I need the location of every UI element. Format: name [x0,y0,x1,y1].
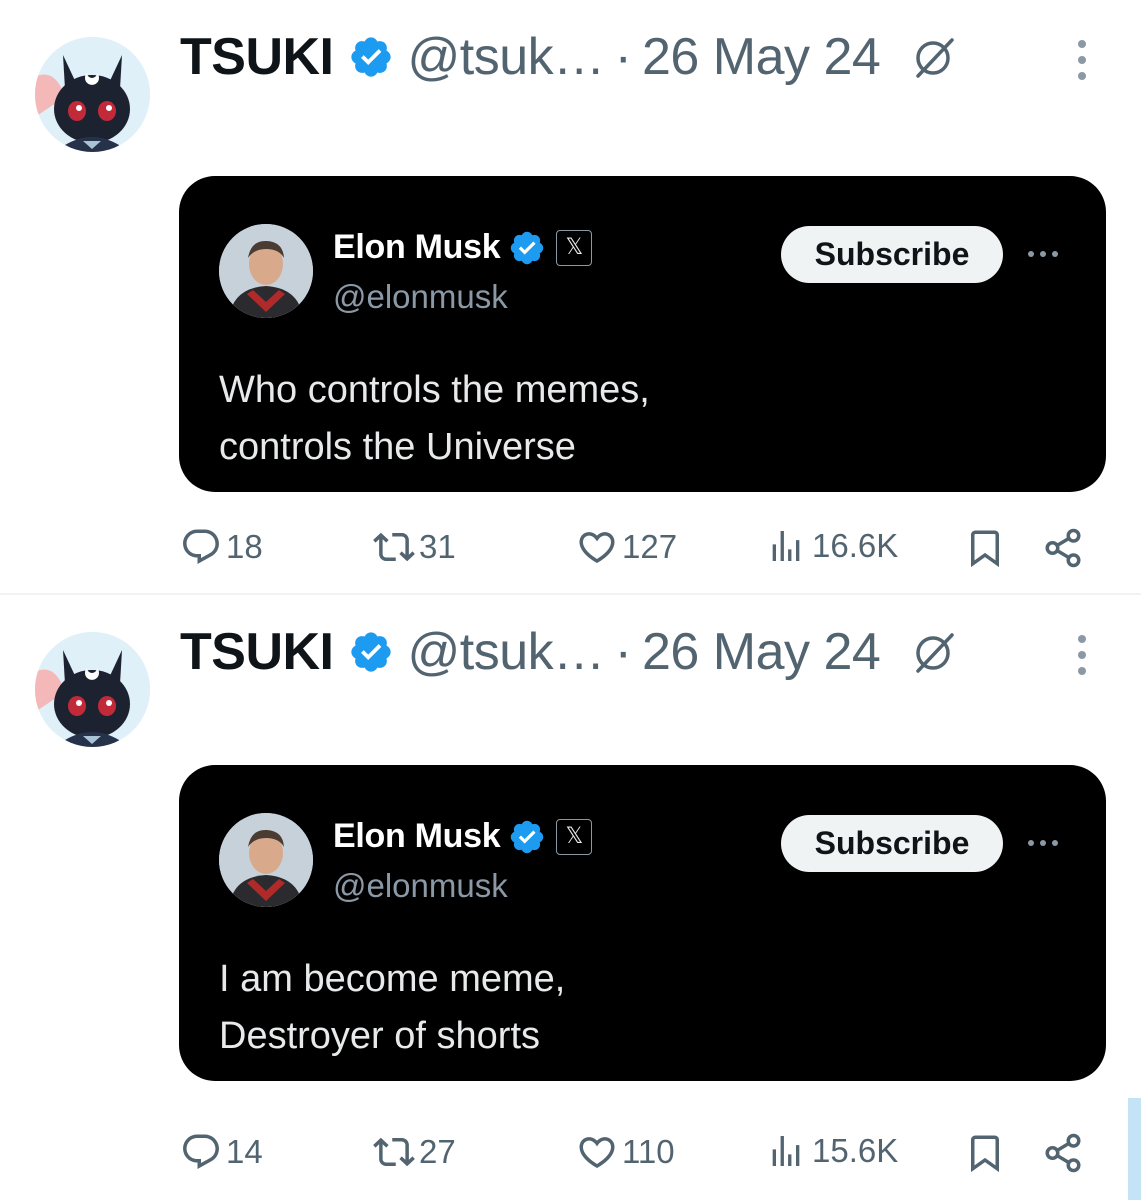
grok-icon[interactable] [908,32,958,82]
x-affiliation-badge-icon[interactable]: 𝕏 [556,818,593,855]
more-options-icon[interactable] [1025,248,1061,260]
quoted-text-line: Who controls the memes, [219,369,650,411]
verified-badge-icon[interactable] [348,629,394,675]
x-affiliation-badge-icon[interactable]: 𝕏 [556,229,593,266]
reply-icon [183,529,219,564]
repost-icon [373,1137,415,1167]
reply-button[interactable]: 18 [180,526,263,568]
share-button[interactable] [1042,526,1084,570]
like-button[interactable]: 110 [576,1131,675,1173]
grok-icon[interactable] [908,627,958,677]
share-icon [1045,1133,1081,1173]
repost-button[interactable]: 27 [373,1131,456,1173]
quoted-author-handle[interactable]: @elonmusk [333,278,508,316]
bookmark-button[interactable] [964,526,1006,570]
author-avatar[interactable] [35,632,150,747]
person-avatar-icon [219,813,313,907]
quoted-author-name[interactable]: Elon Musk [333,228,501,267]
views-chart-icon [772,1136,800,1166]
views-chart-icon [772,531,800,561]
black-cat-avatar-icon [35,632,150,747]
black-cat-avatar-icon [35,37,150,152]
tweet[interactable]: TSUKI @tsuk… · 26 May 24 Elon Musk 𝕏 @el… [0,595,1141,1190]
heart-icon [579,1137,615,1169]
views-button[interactable]: 15.6K [766,1131,898,1171]
heart-icon [579,532,615,564]
quoted-author-row: Elon Musk 𝕏 [333,817,593,856]
bookmark-icon [971,530,999,568]
author-avatar[interactable] [35,37,150,152]
reply-icon [183,1134,219,1169]
quoted-author-handle[interactable]: @elonmusk [333,867,508,905]
more-options-icon[interactable] [1025,837,1061,849]
quoted-post-text: I am become meme, Destroyer of shorts [219,951,1039,1065]
repost-count: 31 [419,528,456,565]
reply-button[interactable]: 14 [180,1131,263,1173]
subscribe-button[interactable]: Subscribe [781,226,1003,283]
tweet-header: TSUKI @tsuk… · 26 May 24 [180,22,958,92]
quoted-text-line: Destroyer of shorts [219,1015,540,1057]
reply-count: 14 [226,1133,263,1170]
like-count: 127 [622,528,678,565]
repost-button[interactable]: 31 [373,526,456,568]
author-handle[interactable]: @tsuk… [408,622,606,682]
scrollbar[interactable] [1128,1098,1141,1200]
share-icon [1045,528,1081,568]
tweet[interactable]: TSUKI @tsuk… · 26 May 24 Elon Musk 𝕏 @el… [0,0,1141,595]
bookmark-button[interactable] [964,1131,1006,1175]
quoted-author-avatar[interactable] [219,224,313,318]
share-button[interactable] [1042,1131,1084,1175]
separator-dot: · [614,623,632,681]
quoted-text-line: I am become meme, [219,958,566,1000]
subscribe-button[interactable]: Subscribe [781,815,1003,872]
views-button[interactable]: 16.6K [766,526,898,566]
tweet-header: TSUKI @tsuk… · 26 May 24 [180,617,958,687]
quoted-text-line: controls the Universe [219,426,576,468]
action-bar: 18 31 127 16.6K [0,520,1141,580]
views-count: 16.6K [812,527,899,564]
like-count: 110 [622,1133,675,1170]
author-name[interactable]: TSUKI [180,622,334,682]
quoted-post-text: Who controls the memes, controls the Uni… [219,362,1039,476]
author-handle[interactable]: @tsuk… [408,27,606,87]
quoted-author-row: Elon Musk 𝕏 [333,228,593,267]
tweet-date[interactable]: 26 May 24 [642,622,881,682]
person-avatar-icon [219,224,313,318]
action-bar: 14 27 110 15.6K [0,1125,1141,1185]
tweet-date[interactable]: 26 May 24 [642,27,881,87]
reply-count: 18 [226,528,263,565]
quoted-author-avatar[interactable] [219,813,313,907]
more-options-icon[interactable] [1072,633,1092,677]
more-options-icon[interactable] [1072,38,1092,82]
quoted-author-name[interactable]: Elon Musk [333,817,501,856]
quoted-post-card[interactable]: Elon Musk 𝕏 @elonmusk Subscribe Who cont… [179,176,1106,492]
like-button[interactable]: 127 [576,526,677,568]
repost-count: 27 [419,1133,456,1170]
author-name[interactable]: TSUKI [180,27,334,87]
verified-badge-icon[interactable] [348,34,394,80]
views-count: 15.6K [812,1132,899,1169]
verified-badge-icon[interactable] [508,818,546,856]
repost-icon [373,532,415,562]
separator-dot: · [614,28,632,86]
quoted-post-card[interactable]: Elon Musk 𝕏 @elonmusk Subscribe I am bec… [179,765,1106,1081]
verified-badge-icon[interactable] [508,229,546,267]
bookmark-icon [971,1135,999,1173]
